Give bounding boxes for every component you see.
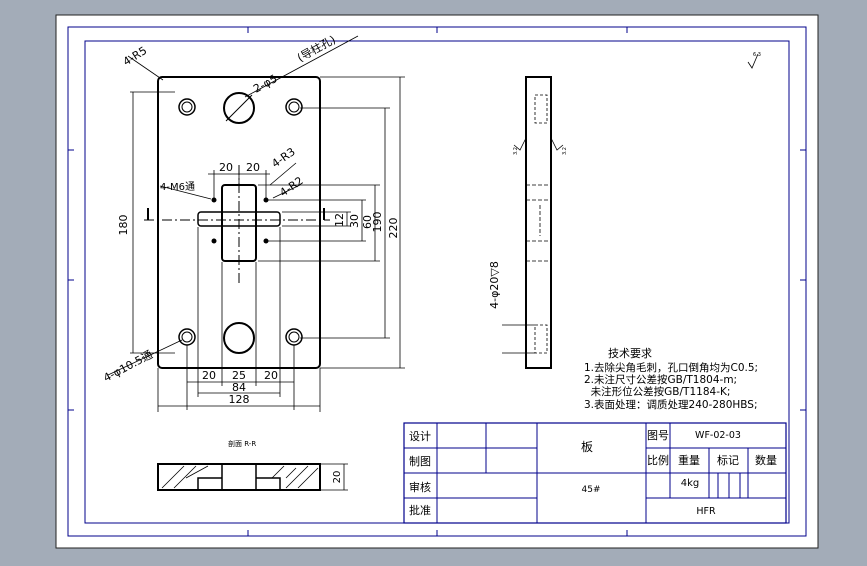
tech-req-line-1: 1.去除尖角毛刺，孔口倒角均为C0.5; [584, 361, 758, 374]
label-approve: 批准 [409, 503, 431, 517]
dim-20-d: 20 [264, 369, 278, 382]
dim-height-60: 60 [361, 215, 374, 229]
material: 45# [582, 485, 601, 495]
dim-20-a: 20 [219, 161, 233, 174]
label-scale: 比例 [647, 453, 669, 467]
dim-height-12: 12 [333, 213, 346, 227]
part-name: 板 [581, 440, 593, 454]
tech-req-line-3: 未注形位公差按GB/T1184-K; [584, 385, 730, 398]
company: HFR [696, 506, 716, 517]
dim-side-hole: 4-φ20▽8 [488, 261, 501, 309]
label-weight: 重量 [678, 453, 700, 467]
drawing-viewport: 4-R5 2-φ5 (导柱孔) 4-R3 4-R2 4-M6通 4-φ10.5通… [0, 0, 867, 562]
tech-req-line-2: 2.未注尺寸公差按GB/T1804-m; [584, 373, 737, 386]
section-label: 剖面 R-R [228, 439, 256, 448]
weight-value: 4kg [681, 478, 700, 489]
dim-through-hole: 4-M6通 [160, 181, 195, 193]
dim-25: 25 [232, 369, 246, 382]
dim-20-c: 20 [202, 369, 216, 382]
dim-width-84: 84 [232, 381, 246, 394]
label-design: 设计 [409, 430, 431, 443]
dim-height-30: 30 [348, 214, 361, 228]
tech-req-line-4: 3.表面处理：调质处理240-280HBS; [584, 398, 758, 411]
label-review: 审核 [409, 480, 431, 494]
label-mark: 标记 [717, 453, 739, 467]
dim-height-180: 180 [117, 215, 130, 236]
tech-req-heading: 技术要求 [608, 347, 652, 360]
label-drawing-no: 图号 [647, 429, 669, 442]
label-drafting: 制图 [409, 455, 431, 468]
dim-section-thickness: 20 [332, 471, 343, 484]
label-quantity: 数量 [755, 454, 777, 467]
roughness-side-b: 3.2 [562, 147, 568, 155]
engineering-drawing: 4-R5 2-φ5 (导柱孔) 4-R3 4-R2 4-M6通 4-φ10.5通… [55, 14, 819, 549]
roughness-value: 6.3 [753, 52, 761, 58]
dim-20-b: 20 [246, 161, 260, 174]
dim-overall-height: 220 [387, 218, 400, 239]
drawing-no: WF-02-03 [695, 430, 741, 441]
dim-width-128: 128 [229, 393, 250, 406]
